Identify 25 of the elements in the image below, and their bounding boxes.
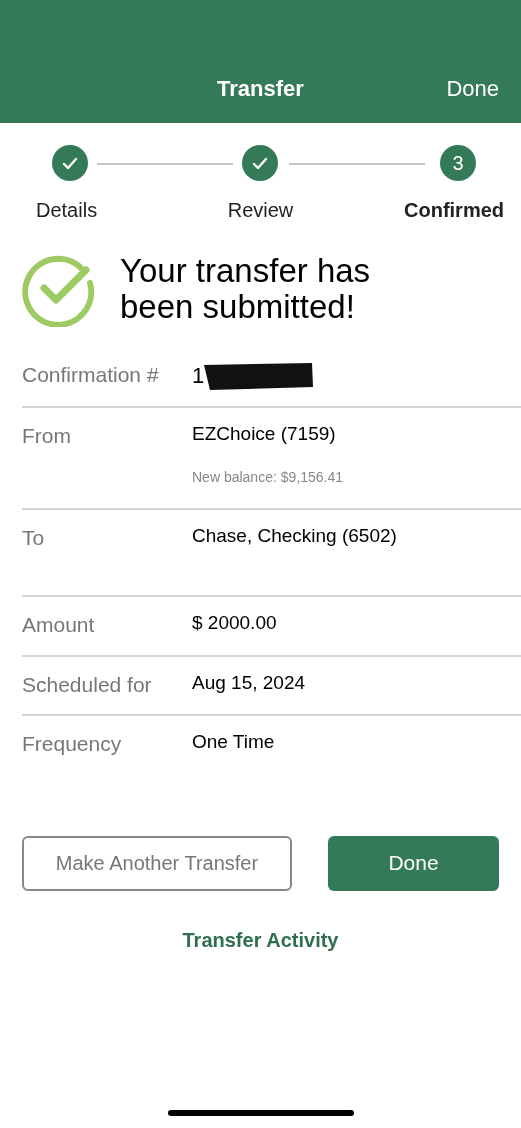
detail-label: From [22,423,72,449]
detail-value: EZChoice (7159) [192,422,336,446]
detail-value: 1 [192,362,205,390]
step-label: Details [35,198,98,223]
step-label: Confirmed [404,198,505,223]
header-title: Transfer [217,75,304,103]
balance-note: New balance: $9,156.41 [192,467,343,487]
step-number: 3 [452,151,464,176]
success-message: Your transfer has been submitted! [120,252,372,326]
check-icon [252,156,269,170]
detail-label: Confirmation # [22,362,160,388]
transfer-activity-link[interactable]: Transfer Activity [182,924,339,955]
step-label: Review [227,198,294,223]
detail-label: Scheduled for [22,671,153,698]
detail-label: Amount [22,612,96,638]
done-button[interactable]: Done [446,72,499,105]
detail-value: $ 2000.00 [192,611,277,635]
detail-value: Aug 15, 2024 [192,670,306,695]
check-icon [62,156,78,170]
make-another-transfer-button[interactable]: Make Another Transfer [22,835,292,891]
detail-label: To [22,524,46,551]
detail-label: Frequency [22,731,123,757]
detail-value: One Time [192,730,275,754]
done-button[interactable]: Done [328,835,499,891]
detail-value: Chase, Checking (6502) [192,523,397,548]
